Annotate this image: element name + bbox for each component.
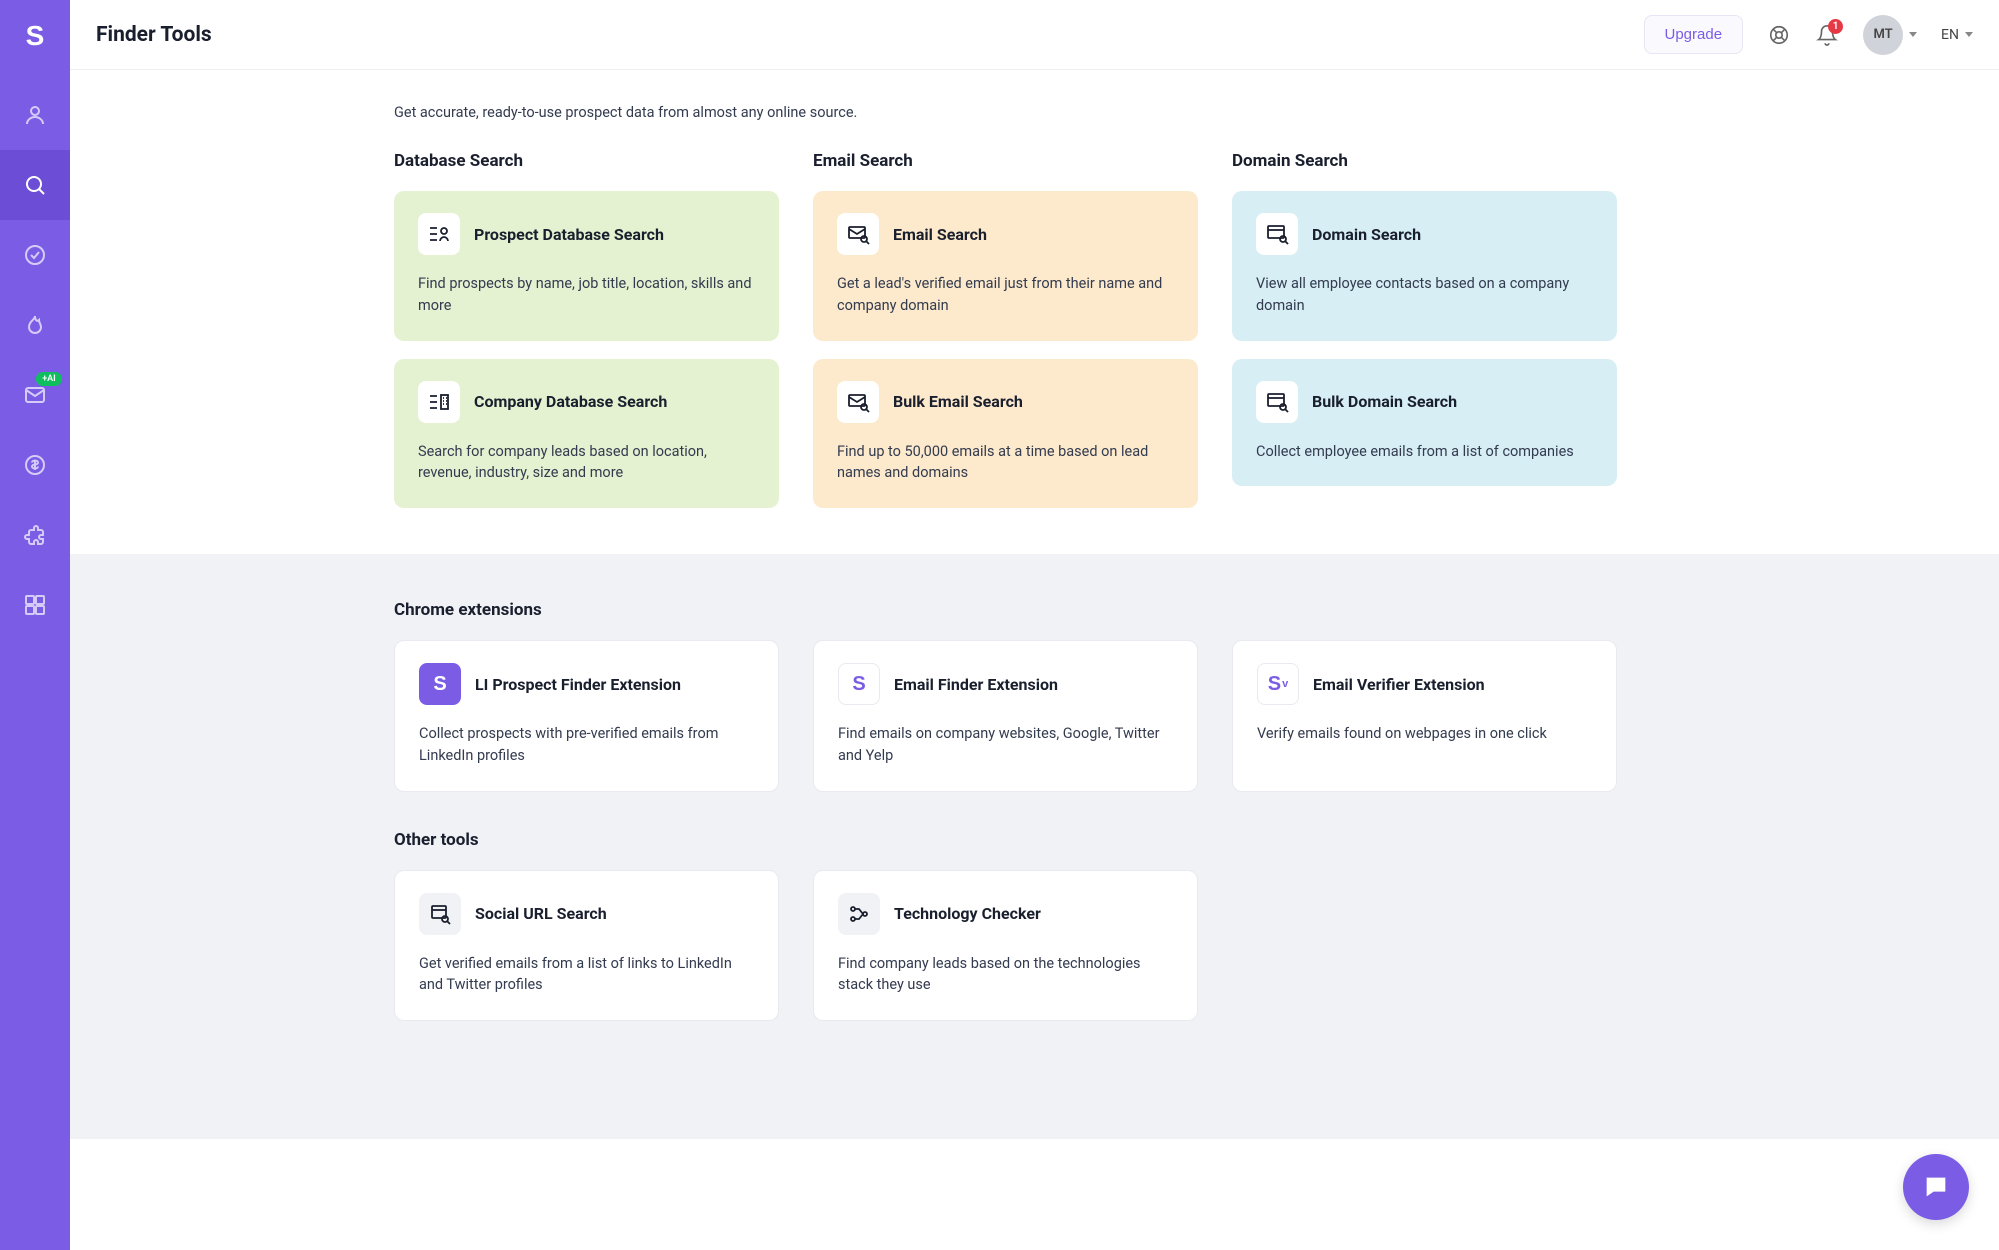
card-desc: Collect employee emails from a list of c… bbox=[1256, 441, 1593, 463]
column-database-search: Database Search Prospect Database Search… bbox=[394, 151, 779, 508]
intro-text: Get accurate, ready-to-use prospect data… bbox=[394, 104, 1959, 121]
card-email-verifier-extension[interactable]: Sv Email Verifier Extension Verify email… bbox=[1232, 640, 1617, 792]
other-tools-title: Other tools bbox=[394, 830, 1959, 850]
bottom-section: Chrome extensions S LI Prospect Finder E… bbox=[70, 554, 1999, 1139]
browser-search-icon bbox=[1256, 213, 1298, 255]
card-bulk-email-search[interactable]: Bulk Email Search Find up to 50,000 emai… bbox=[813, 359, 1198, 509]
notifications-button[interactable]: 1 bbox=[1815, 23, 1839, 47]
card-title: Bulk Email Search bbox=[893, 392, 1023, 411]
card-title: Email Search bbox=[893, 225, 987, 244]
card-title: Technology Checker bbox=[894, 904, 1041, 923]
extensions-title: Chrome extensions bbox=[394, 600, 1959, 620]
list-building-icon bbox=[418, 381, 460, 423]
sidebar: S +AI bbox=[0, 0, 70, 1250]
card-desc: Find prospects by name, job title, locat… bbox=[418, 273, 755, 317]
column-email-search: Email Search Email Search Get a lead's v… bbox=[813, 151, 1198, 508]
card-title: Domain Search bbox=[1312, 225, 1421, 244]
nav-verify[interactable] bbox=[0, 220, 70, 290]
ai-badge: +AI bbox=[36, 372, 62, 386]
check-circle-icon bbox=[23, 243, 47, 267]
card-domain-search[interactable]: Domain Search View all employee contacts… bbox=[1232, 191, 1617, 341]
tech-icon bbox=[838, 893, 880, 935]
column-title: Domain Search bbox=[1232, 151, 1617, 171]
chevron-down-icon bbox=[1909, 32, 1917, 37]
puzzle-icon bbox=[23, 523, 47, 547]
link-search-icon bbox=[419, 893, 461, 935]
card-bulk-domain-search[interactable]: Bulk Domain Search Collect employee emai… bbox=[1232, 359, 1617, 487]
nav-apps[interactable] bbox=[0, 570, 70, 640]
card-title: Prospect Database Search bbox=[474, 225, 664, 244]
card-technology-checker[interactable]: Technology Checker Find company leads ba… bbox=[813, 870, 1198, 1022]
nav-extensions[interactable] bbox=[0, 500, 70, 570]
card-email-finder-extension[interactable]: S Email Finder Extension Find emails on … bbox=[813, 640, 1198, 792]
card-desc: Get verified emails from a list of links… bbox=[419, 953, 754, 997]
card-desc: Collect prospects with pre-verified emai… bbox=[419, 723, 754, 767]
help-icon bbox=[1768, 24, 1790, 46]
logo[interactable]: S bbox=[19, 20, 51, 52]
card-prospect-database-search[interactable]: Prospect Database Search Find prospects … bbox=[394, 191, 779, 341]
header: Finder Tools Upgrade 1 MT EN bbox=[70, 0, 1999, 70]
column-domain-search: Domain Search Domain Search View all emp… bbox=[1232, 151, 1617, 508]
card-title: LI Prospect Finder Extension bbox=[475, 675, 681, 694]
card-title: Bulk Domain Search bbox=[1312, 392, 1457, 411]
card-desc: Get a lead's verified email just from th… bbox=[837, 273, 1174, 317]
chat-fab[interactable] bbox=[1903, 1154, 1969, 1220]
search-icon bbox=[23, 173, 47, 197]
language-label: EN bbox=[1941, 27, 1959, 43]
nav-contacts[interactable] bbox=[0, 80, 70, 150]
nav-finder[interactable] bbox=[0, 150, 70, 220]
card-li-prospect-finder-extension[interactable]: S LI Prospect Finder Extension Collect p… bbox=[394, 640, 779, 792]
browser-bulk-search-icon bbox=[1256, 381, 1298, 423]
snov-s-icon: S bbox=[419, 663, 461, 705]
card-social-url-search[interactable]: Social URL Search Get verified emails fr… bbox=[394, 870, 779, 1022]
card-company-database-search[interactable]: Company Database Search Search for compa… bbox=[394, 359, 779, 509]
card-desc: Find emails on company websites, Google,… bbox=[838, 723, 1173, 767]
grid-icon bbox=[23, 593, 47, 617]
snov-s-outline-icon: S bbox=[838, 663, 880, 705]
card-title: Email Verifier Extension bbox=[1313, 675, 1485, 694]
list-person-icon bbox=[418, 213, 460, 255]
main: Get accurate, ready-to-use prospect data… bbox=[70, 0, 1999, 1139]
nav-deals[interactable] bbox=[0, 430, 70, 500]
mail-search-icon bbox=[837, 213, 879, 255]
card-title: Social URL Search bbox=[475, 904, 607, 923]
notif-count: 1 bbox=[1828, 19, 1843, 34]
mail-bulk-search-icon bbox=[837, 381, 879, 423]
card-desc: Find company leads based on the technolo… bbox=[838, 953, 1173, 997]
language-menu[interactable]: EN bbox=[1941, 27, 1973, 43]
card-desc: Verify emails found on webpages in one c… bbox=[1257, 723, 1592, 745]
account-menu[interactable]: MT bbox=[1863, 15, 1917, 55]
avatar: MT bbox=[1863, 15, 1903, 55]
card-email-search[interactable]: Email Search Get a lead's verified email… bbox=[813, 191, 1198, 341]
upgrade-button[interactable]: Upgrade bbox=[1644, 15, 1744, 54]
card-desc: Find up to 50,000 emails at a time based… bbox=[837, 441, 1174, 485]
person-icon bbox=[23, 103, 47, 127]
help-button[interactable] bbox=[1767, 23, 1791, 47]
snov-sv-icon: Sv bbox=[1257, 663, 1299, 705]
dollar-icon bbox=[23, 453, 47, 477]
card-title: Email Finder Extension bbox=[894, 675, 1058, 694]
chat-icon bbox=[1922, 1173, 1950, 1201]
page-title: Finder Tools bbox=[96, 23, 212, 47]
column-title: Database Search bbox=[394, 151, 779, 171]
card-desc: Search for company leads based on locati… bbox=[418, 441, 755, 485]
column-title: Email Search bbox=[813, 151, 1198, 171]
flame-icon bbox=[23, 313, 47, 337]
card-desc: View all employee contacts based on a co… bbox=[1256, 273, 1593, 317]
nav-warmup[interactable] bbox=[0, 290, 70, 360]
mail-icon bbox=[23, 383, 47, 407]
nav-campaigns[interactable]: +AI bbox=[0, 360, 70, 430]
card-title: Company Database Search bbox=[474, 392, 667, 411]
top-section: Get accurate, ready-to-use prospect data… bbox=[70, 70, 1999, 554]
chevron-down-icon bbox=[1965, 32, 1973, 37]
